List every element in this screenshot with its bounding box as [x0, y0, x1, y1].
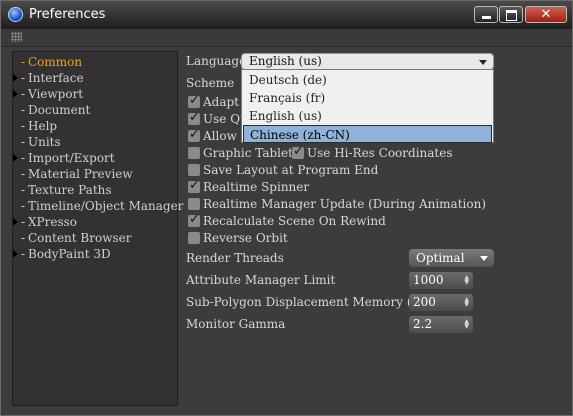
- expand-arrow-icon[interactable]: [13, 90, 18, 98]
- stepper-arrows-icon[interactable]: ▲ ▼: [464, 275, 469, 286]
- subpoly-memory-value: 200: [413, 295, 436, 309]
- render-threads-select[interactable]: Optimal: [409, 249, 494, 267]
- language-select[interactable]: English (us): [241, 53, 494, 70]
- language-value: English (us): [249, 54, 322, 68]
- save-layout-checkbox[interactable]: [188, 164, 200, 176]
- subpoly-memory-label: Sub-Polygon Displacement Memory (MB): [186, 295, 438, 309]
- realtime-manager-label: Realtime Manager Update (During Animatio…: [203, 197, 487, 211]
- sidebar-item-help[interactable]: - Help: [21, 118, 57, 134]
- sidebar-item-label: Interface: [28, 71, 84, 85]
- language-dropdown-list: Deutsch (de) Français (fr) English (us) …: [241, 69, 494, 143]
- hires-coords-checkbox[interactable]: [292, 144, 304, 159]
- realtime-spinner-label: Realtime Spinner: [203, 180, 310, 194]
- sidebar-item-label: Import/Export: [28, 151, 115, 165]
- attr-manager-limit-value: 1000: [413, 273, 444, 287]
- recalc-scene-label: Recalculate Scene On Rewind: [203, 214, 386, 228]
- sidebar-item-label: Timeline/Object Manager: [28, 199, 184, 213]
- app-logo-icon: [8, 7, 23, 22]
- expand-arrow-icon[interactable]: [13, 154, 18, 162]
- hires-coords-label: Use Hi-Res Coordinates: [307, 146, 453, 160]
- sidebar-item-interface[interactable]: - Interface: [13, 70, 84, 86]
- language-label: Language: [186, 54, 247, 68]
- category-tree: - Common - Interface - Viewport - Document -…: [12, 51, 183, 406]
- sidebar-item-label: BodyPaint 3D: [28, 247, 111, 261]
- sidebar-item-label: Document: [28, 103, 91, 117]
- graphic-tablet-checkbox[interactable]: [188, 147, 200, 159]
- subpoly-memory-field[interactable]: 200 ▲ ▼: [409, 294, 473, 311]
- sidebar-item-label: Viewport: [28, 87, 84, 101]
- language-option-chinese[interactable]: Chinese (zh-CN): [243, 125, 492, 143]
- realtime-spinner-checkbox[interactable]: [188, 178, 200, 193]
- sidebar-item-xpresso[interactable]: - XPresso: [13, 214, 77, 230]
- sidebar-item-label: Texture Paths: [28, 183, 112, 197]
- sidebar-item-label: Material Preview: [28, 167, 133, 181]
- sidebar-item-content-browser[interactable]: - Content Browser: [21, 230, 131, 246]
- sidebar-item-label: Help: [28, 119, 58, 133]
- graphic-tablet-label: Graphic Tablet: [203, 146, 293, 160]
- reverse-orbit-label: Reverse Orbit: [203, 231, 288, 245]
- sidebar-item-bodypaint[interactable]: - BodyPaint 3D: [13, 246, 111, 262]
- adapt-label: Adapt: [203, 95, 240, 109]
- expand-arrow-icon[interactable]: [13, 74, 18, 82]
- allow-checkbox[interactable]: [188, 127, 200, 142]
- language-option-english[interactable]: English (us): [243, 107, 492, 125]
- sidebar-item-timeline[interactable]: - Timeline/Object Manager: [21, 198, 183, 214]
- sidebar-item-label: Common: [28, 55, 83, 69]
- render-threads-label: Render Threads: [186, 251, 284, 265]
- sidebar-item-viewport[interactable]: - Viewport: [13, 86, 84, 102]
- expand-arrow-icon[interactable]: [13, 218, 18, 226]
- sidebar-item-texture-paths[interactable]: - Texture Paths: [21, 182, 112, 198]
- sidebar-item-units[interactable]: - Units: [21, 134, 61, 150]
- monitor-gamma-field[interactable]: 2.2 ▲ ▼: [409, 316, 473, 333]
- maximize-button[interactable]: [499, 6, 523, 23]
- sidebar-item-label: Content Browser: [28, 231, 132, 245]
- menu-strip: [1, 29, 572, 47]
- chevron-down-icon: [479, 60, 487, 65]
- title-bar[interactable]: Preferences ✕: [1, 1, 572, 29]
- stepper-arrows-icon[interactable]: ▲ ▼: [464, 297, 469, 308]
- scheme-label: Scheme: [186, 76, 235, 90]
- sidebar-item-import-export[interactable]: - Import/Export: [13, 150, 115, 166]
- preferences-window: Preferences ✕ - Common - Interface - Viewpo…: [0, 0, 573, 416]
- render-threads-value: Optimal: [416, 251, 465, 265]
- sidebar-item-material-preview[interactable]: - Material Preview: [21, 166, 133, 182]
- chevron-down-icon: [480, 256, 488, 261]
- recalc-scene-checkbox[interactable]: [188, 212, 200, 227]
- allow-label: Allow: [203, 129, 237, 143]
- sidebar-item-label: Units: [28, 135, 61, 149]
- close-icon: ✕: [540, 7, 552, 22]
- sidebar-item-label: XPresso: [28, 215, 77, 229]
- expand-arrow-icon[interactable]: [13, 250, 18, 258]
- minimize-button[interactable]: [474, 6, 498, 23]
- attr-manager-limit-field[interactable]: 1000 ▲ ▼: [409, 272, 473, 289]
- reverse-orbit-checkbox[interactable]: [188, 232, 200, 244]
- adapt-checkbox[interactable]: [188, 93, 200, 108]
- window-title: Preferences: [29, 7, 106, 22]
- save-layout-label: Save Layout at Program End: [203, 163, 379, 177]
- sidebar-item-common[interactable]: - Common: [21, 54, 82, 70]
- monitor-gamma-label: Monitor Gamma: [186, 317, 286, 331]
- language-option-deutsch[interactable]: Deutsch (de): [243, 71, 492, 89]
- monitor-gamma-value: 2.2: [413, 317, 433, 331]
- stepper-arrows-icon[interactable]: ▲ ▼: [464, 319, 469, 330]
- close-button[interactable]: ✕: [525, 6, 567, 23]
- use-qu-checkbox[interactable]: [188, 110, 200, 125]
- language-option-francais[interactable]: Français (fr): [243, 89, 492, 107]
- realtime-manager-checkbox[interactable]: [188, 198, 200, 210]
- attr-manager-limit-label: Attribute Manager Limit: [186, 273, 336, 287]
- sidebar-item-document[interactable]: - Document: [21, 102, 90, 118]
- grip-handle-icon[interactable]: [11, 32, 22, 42]
